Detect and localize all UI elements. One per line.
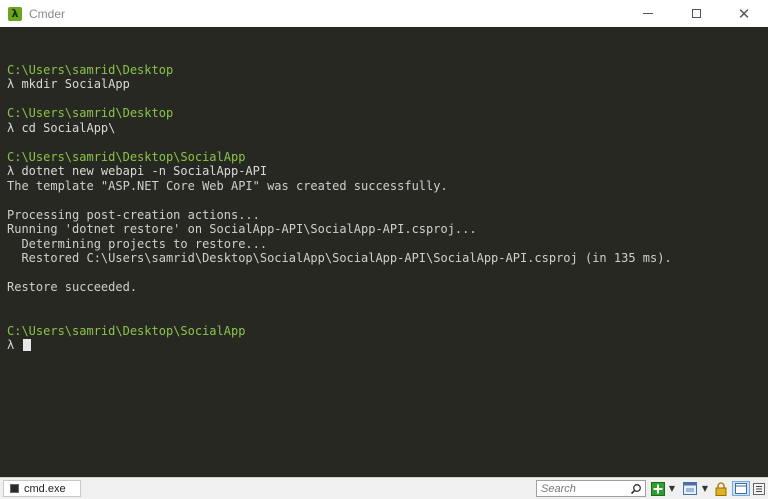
line-text: The template "ASP.NET Core Web API" was … [7,178,448,193]
maximize-button[interactable] [672,0,720,27]
line-text: Running 'dotnet restore' on SocialApp-AP… [7,222,477,236]
prompt-path-line: C:\Users\samrid\Desktop\SocialApp [7,150,768,165]
view-dropdown[interactable]: ▼ [700,481,710,496]
prompt-path-line: C:\Users\samrid\Desktop\SocialApp [7,324,768,339]
close-icon: ✕ [737,4,751,23]
lock-icon [715,481,727,496]
prompt-path-line: C:\Users\samrid\Desktop [7,106,768,121]
terminal-output[interactable]: C:\Users\samrid\Desktop λ mkdir SocialApp… [0,27,768,477]
active-prompt-line: λ [7,338,768,353]
line-text: C:\Users\samrid\Desktop [7,106,174,120]
output-line: Restored C:\Users\samrid\Desktop\SocialA… [7,251,768,266]
line-text: λ [7,338,22,352]
line-text: Processing post-creation actions... [7,207,260,222]
line-text: C:\Users\samrid\Desktop\SocialApp [7,149,246,164]
layout-icon [735,483,747,494]
line-text: C:\Users\samrid\Desktop [7,62,174,77]
view-button[interactable] [682,481,698,496]
line-text: λ cd SocialApp\ [7,120,116,135]
prompt-path-line: C:\Users\samrid\Desktop [7,63,768,78]
window-title: Cmder [29,6,66,21]
lock-button[interactable] [714,481,728,496]
output-line: The template "ASP.NET Core Web API" was … [7,179,768,194]
output-line: Restore succeeded. [7,280,768,295]
search-icon[interactable] [629,482,643,496]
output-line: Determining projects to restore... [7,237,768,252]
window-controls: ✕ [624,0,768,27]
console-tab-label: cmd.exe [24,482,66,495]
dropdown-icon: ▼ [668,484,676,493]
minimize-button[interactable] [624,0,672,27]
dropdown-icon: ▼ [701,484,709,493]
title-bar[interactable]: λ Cmder ✕ [0,0,768,27]
new-console-button[interactable] [650,481,666,496]
new-console-icon [651,481,665,496]
line-text: λ dotnet new webapi -n SocialApp-API [7,164,268,178]
line-text: Restored C:\Users\samrid\Desktop\SocialA… [7,251,672,265]
maximize-icon [691,9,701,18]
search-box[interactable]: Search [536,480,646,497]
menu-button[interactable] [752,481,766,496]
console-tab[interactable]: cmd.exe [3,480,81,497]
line-text: C:\Users\samrid\Desktop\SocialApp [7,323,246,338]
text-cursor [23,339,32,351]
line-text: λ mkdir SocialApp [7,77,130,91]
close-button[interactable]: ✕ [720,0,768,27]
cmder-lambda-icon[interactable]: λ [8,6,22,21]
menu-icon [753,482,765,495]
output-line: Running 'dotnet restore' on SocialApp-AP… [7,222,768,237]
line-text: Determining projects to restore... [7,236,268,251]
status-bar: cmd.exe Search ▼ ▼ [0,477,768,499]
minimize-icon [643,13,653,14]
view-icon [683,482,697,495]
search-input[interactable]: Search [541,483,629,495]
output-line: Processing post-creation actions... [7,208,768,223]
new-console-dropdown[interactable]: ▼ [667,481,677,496]
command-line: λ dotnet new webapi -n SocialApp-API [7,164,768,179]
command-line: λ cd SocialApp\ [7,121,768,136]
line-text: Restore succeeded. [7,280,138,294]
layout-button[interactable] [732,481,750,496]
command-line: λ mkdir SocialApp [7,77,768,92]
console-icon [10,484,19,493]
